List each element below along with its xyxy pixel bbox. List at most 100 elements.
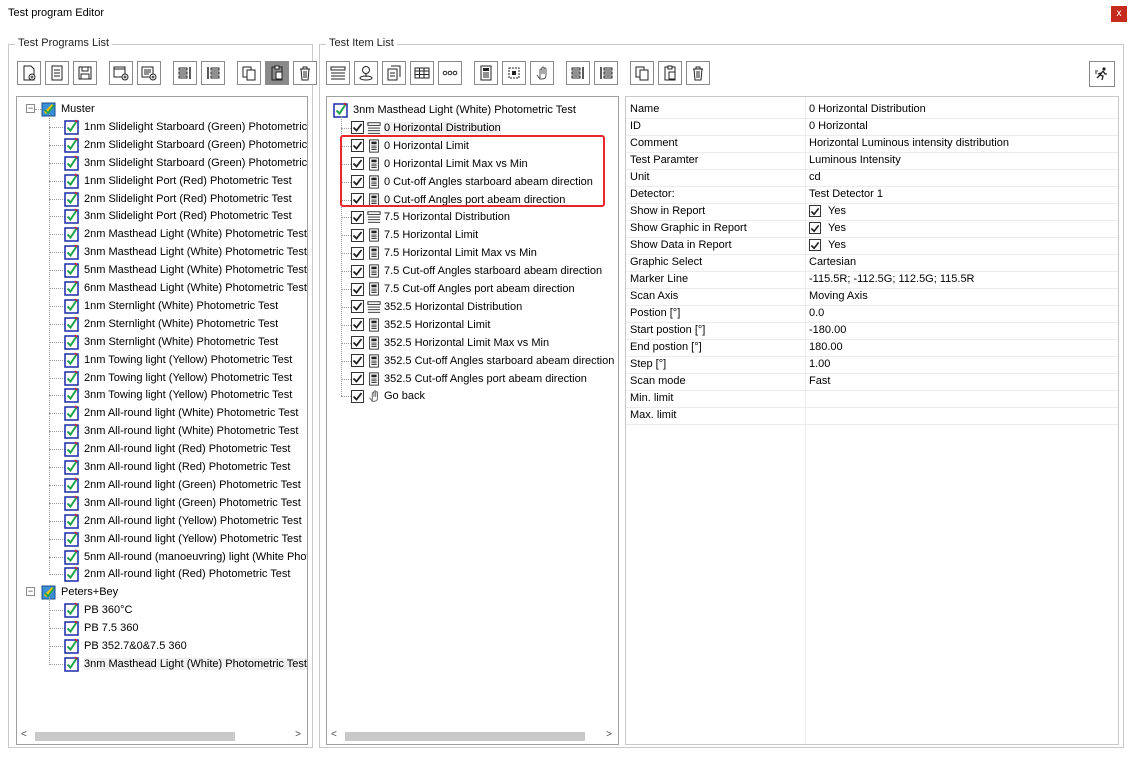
item-checkbox[interactable]	[351, 372, 364, 385]
property-value-cell[interactable]: 180.00	[809, 341, 843, 353]
item-tree-root[interactable]: 3nm Masthead Light (White) Photometric T…	[333, 101, 576, 119]
program-group[interactable]: Peters+Bey	[41, 583, 118, 601]
program-item[interactable]: 3nm Masthead Light (White) Photometric T…	[64, 243, 307, 261]
test-item[interactable]: 352.5 Cut-off Angles starboard abeam dir…	[351, 352, 614, 370]
add-limit-button[interactable]	[474, 61, 498, 85]
add-table-button[interactable]	[410, 61, 434, 85]
close-button[interactable]: x	[1111, 6, 1127, 22]
program-item[interactable]: 2nm Slidelight Port (Red) Photometric Te…	[64, 190, 292, 208]
program-item[interactable]: 2nm All-round light (Yellow) Photometric…	[64, 512, 302, 530]
collapse-toggle[interactable]: −	[26, 104, 35, 113]
program-item[interactable]: 3nm All-round light (Red) Photometric Te…	[64, 458, 290, 476]
property-value-cell[interactable]: -180.00	[809, 324, 846, 336]
item-checkbox[interactable]	[351, 318, 364, 332]
property-checkbox[interactable]	[809, 239, 821, 251]
test-item[interactable]: 7.5 Cut-off Angles port abeam direction	[351, 280, 575, 298]
add-group-button[interactable]	[137, 61, 161, 85]
test-item[interactable]: 7.5 Cut-off Angles starboard abeam direc…	[351, 262, 602, 280]
programs-tree[interactable]: − Muster 1nm Slidelight Starboard (Green) …	[16, 96, 308, 745]
program-item[interactable]: PB 352.7&0&7.5 360	[64, 637, 187, 655]
item-checkbox[interactable]	[351, 282, 364, 296]
add-manual-button[interactable]	[530, 61, 554, 85]
new-program-button[interactable]	[17, 61, 41, 85]
program-item[interactable]: 2nm Towing light (Yellow) Photometric Te…	[64, 369, 292, 387]
item-checkbox[interactable]	[351, 300, 364, 314]
property-value-cell[interactable]: Cartesian	[809, 256, 856, 268]
item-checkbox[interactable]	[351, 354, 364, 368]
property-value-cell[interactable]: cd	[809, 171, 821, 183]
program-item[interactable]: PB 7.5 360	[64, 619, 138, 637]
item-checkbox[interactable]	[351, 264, 364, 278]
program-item[interactable]: 3nm All-round light (Green) Photometric …	[64, 494, 301, 512]
property-value-cell[interactable]: -115.5R; -112.5G; 112.5G; 115.5R	[809, 273, 975, 285]
properties-grid[interactable]: Name 0 Horizontal Distribution ID 0 Horizon…	[625, 96, 1119, 745]
add-sequence-button[interactable]	[438, 61, 462, 85]
add-distribution-button[interactable]	[326, 61, 350, 85]
property-value-cell[interactable]: Yes	[809, 222, 846, 234]
property-value-cell[interactable]: Luminous Intensity	[809, 154, 901, 166]
test-item[interactable]: Go back	[351, 387, 425, 405]
item-checkbox[interactable]	[351, 246, 364, 260]
programs-hscroll[interactable]: < >	[17, 728, 307, 744]
test-item[interactable]: 352.5 Horizontal Distribution	[351, 298, 522, 316]
program-item[interactable]: 3nm Slidelight Port (Red) Photometric Te…	[64, 207, 292, 225]
scroll-thumb[interactable]	[345, 732, 585, 741]
property-value-cell[interactable]: 1.00	[809, 358, 830, 370]
test-item[interactable]: 352.5 Cut-off Angles port abeam directio…	[351, 370, 587, 388]
scroll-right-icon[interactable]: >	[295, 729, 301, 740]
move-down-button[interactable]	[201, 61, 225, 85]
program-item[interactable]: 2nm All-round light (Red) Photometric Te…	[64, 440, 290, 458]
item-copy-button[interactable]	[630, 61, 654, 85]
save-button[interactable]	[73, 61, 97, 85]
scroll-right-icon[interactable]: >	[606, 729, 612, 740]
program-item[interactable]: 5nm All-round (manoeuvring) light (White…	[64, 548, 307, 566]
add-detector-button[interactable]	[502, 61, 526, 85]
program-item[interactable]: 1nm Slidelight Port (Red) Photometric Te…	[64, 172, 292, 190]
item-checkbox[interactable]	[351, 389, 364, 403]
property-checkbox[interactable]	[809, 205, 821, 217]
program-item[interactable]: 6nm Masthead Light (White) Photometric T…	[64, 279, 307, 297]
scroll-left-icon[interactable]: <	[21, 729, 27, 740]
property-value-cell[interactable]: Yes	[809, 239, 846, 251]
item-checkbox[interactable]	[351, 336, 364, 350]
property-checkbox[interactable]	[809, 222, 821, 234]
program-item[interactable]: 3nm All-round light (White) Photometric …	[64, 422, 298, 440]
program-item[interactable]: 2nm Slidelight Starboard (Green) Photome…	[64, 136, 307, 154]
item-checkbox[interactable]	[351, 121, 364, 135]
program-item[interactable]: 2nm Sternlight (White) Photometric Test	[64, 315, 278, 333]
program-item[interactable]: 5nm Masthead Light (White) Photometric T…	[64, 261, 307, 279]
program-properties-button[interactable]	[45, 61, 69, 85]
delete-button[interactable]	[293, 61, 317, 85]
add-position-button[interactable]	[354, 61, 378, 85]
test-item[interactable]: 352.5 Horizontal Limit Max vs Min	[351, 334, 549, 352]
program-item[interactable]: 3nm All-round light (Yellow) Photometric…	[64, 530, 302, 548]
test-item[interactable]: 352.5 Horizontal Limit	[351, 316, 490, 334]
property-value-cell[interactable]: 0 Horizontal Distribution	[809, 103, 926, 115]
program-item[interactable]: 2nm Masthead Light (White) Photometric T…	[64, 225, 307, 243]
move-up-button[interactable]	[173, 61, 197, 85]
program-item[interactable]: 3nm Masthead Light (White) Photometric T…	[64, 655, 307, 673]
property-value-cell[interactable]: 0.0	[809, 307, 824, 319]
test-item[interactable]: 7.5 Horizontal Distribution	[351, 208, 510, 226]
item-checkbox[interactable]	[351, 228, 364, 242]
scroll-thumb[interactable]	[35, 732, 235, 741]
items-hscroll[interactable]: < >	[327, 728, 618, 744]
item-delete-button[interactable]	[686, 61, 710, 85]
program-item[interactable]: 2nm All-round light (Green) Photometric …	[64, 476, 301, 494]
program-item[interactable]: 2nm All-round light (White) Photometric …	[64, 404, 298, 422]
item-checkbox[interactable]	[351, 210, 364, 224]
property-value-cell[interactable]: Fast	[809, 375, 830, 387]
program-item[interactable]: 1nm Sternlight (White) Photometric Test	[64, 297, 278, 315]
add-program-button[interactable]	[109, 61, 133, 85]
add-report-button[interactable]	[382, 61, 406, 85]
test-item[interactable]: 7.5 Horizontal Limit Max vs Min	[351, 244, 537, 262]
program-item[interactable]: 1nm Towing light (Yellow) Photometric Te…	[64, 351, 292, 369]
run-button[interactable]	[1089, 61, 1115, 87]
property-value-cell[interactable]: Moving Axis	[809, 290, 868, 302]
program-item[interactable]: 3nm Slidelight Starboard (Green) Photome…	[64, 154, 307, 172]
item-move-down-button[interactable]	[594, 61, 618, 85]
test-item[interactable]: 7.5 Horizontal Limit	[351, 226, 478, 244]
scroll-left-icon[interactable]: <	[331, 729, 337, 740]
property-value-cell[interactable]: Yes	[809, 205, 846, 217]
program-item[interactable]: PB 360°C	[64, 601, 132, 619]
